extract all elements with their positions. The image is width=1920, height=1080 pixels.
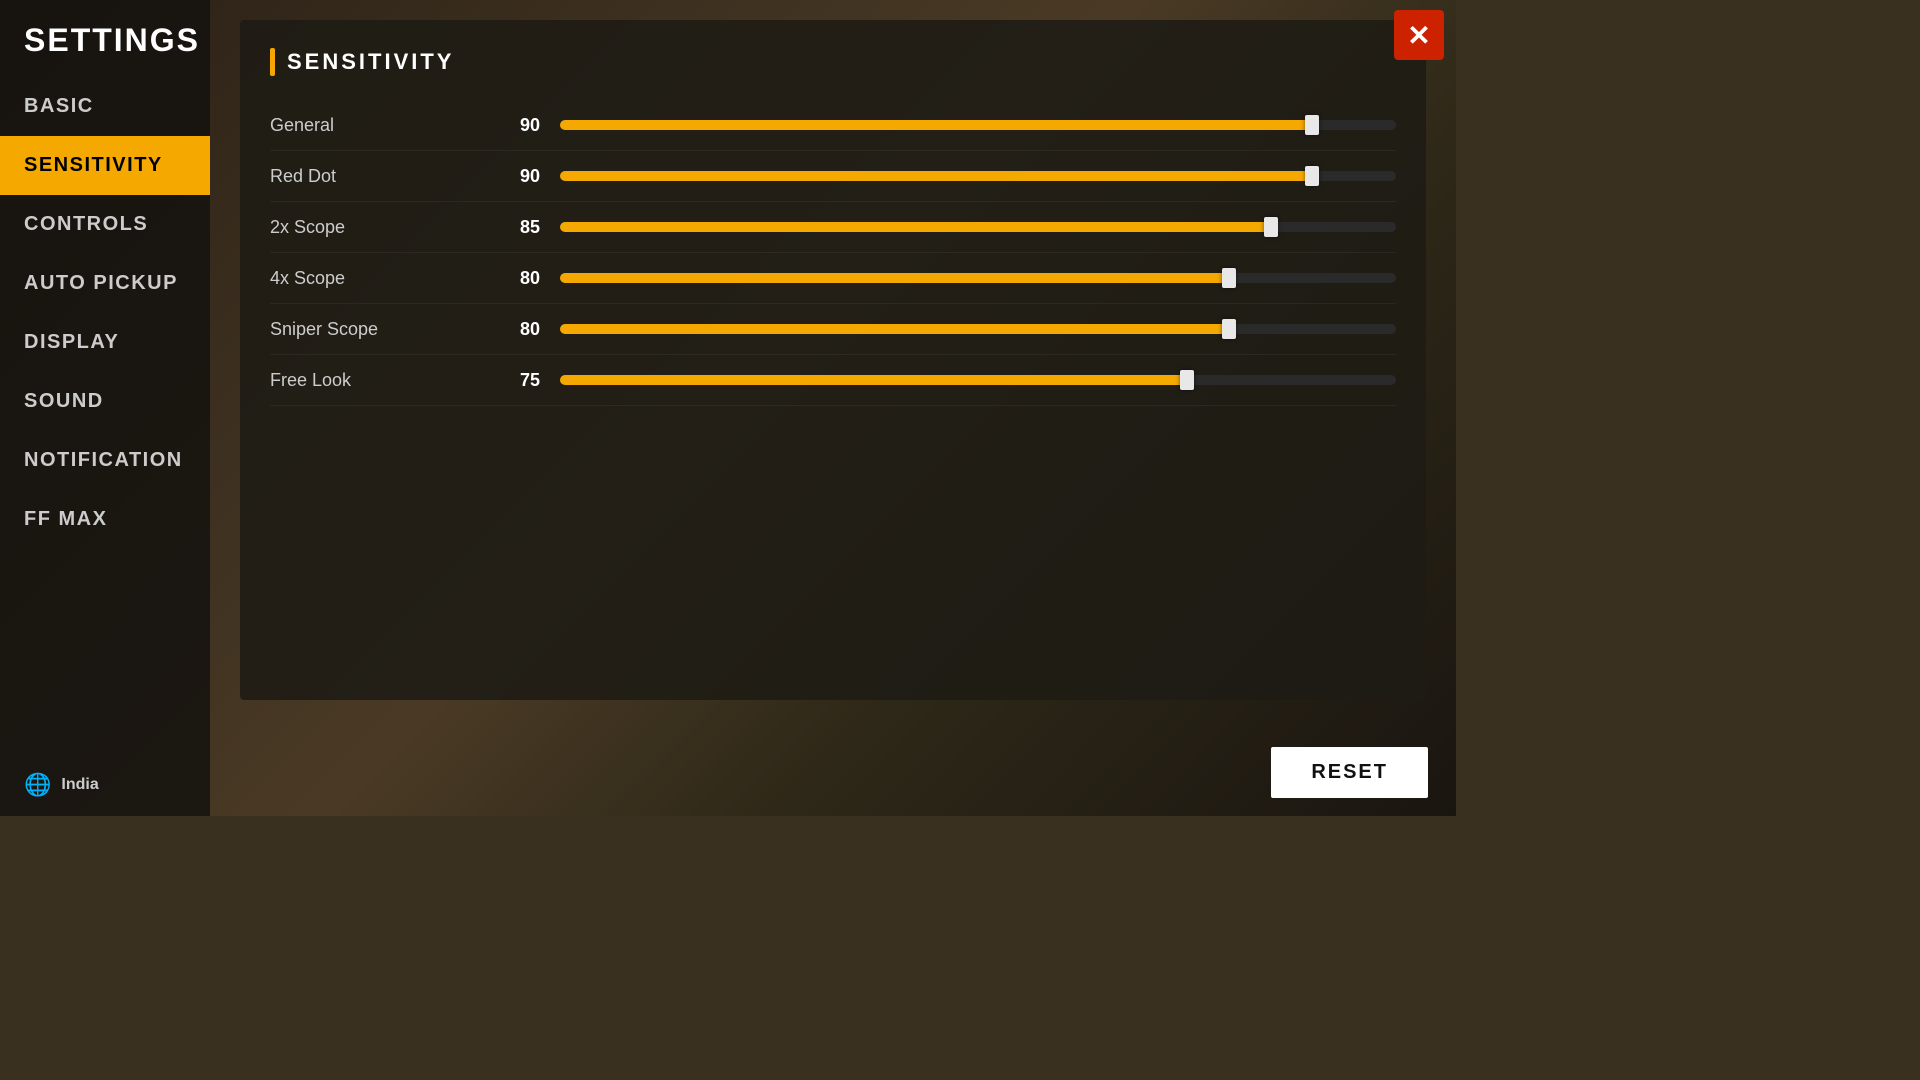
slider-label-sniper-scope: Sniper Scope — [270, 319, 490, 340]
slider-track-free-look — [560, 375, 1396, 385]
slider-thumb-2x-scope[interactable] — [1264, 217, 1278, 237]
section-title: SENSITIVITY — [287, 49, 454, 75]
region-label: India — [61, 776, 98, 794]
slider-fill-2x-scope — [560, 222, 1271, 232]
slider-track-container-4x-scope[interactable] — [560, 267, 1396, 289]
slider-thumb-free-look[interactable] — [1180, 370, 1194, 390]
slider-thumb-red-dot[interactable] — [1305, 166, 1319, 186]
slider-fill-general — [560, 120, 1312, 130]
slider-value-free-look: 75 — [490, 370, 540, 391]
slider-track-container-2x-scope[interactable] — [560, 216, 1396, 238]
slider-track-2x-scope — [560, 222, 1396, 232]
slider-track-container-general[interactable] — [560, 114, 1396, 136]
slider-track-4x-scope — [560, 273, 1396, 283]
title-accent-bar — [270, 48, 275, 76]
sidebar-item-basic[interactable]: BASIC — [0, 77, 210, 136]
sidebar-nav: BASIC SENSITIVITY CONTROLS AUTO PICKUP D… — [0, 77, 210, 754]
main-content: SENSITIVITY General 90 Red Dot 90 — [210, 0, 1456, 816]
slider-track-container-free-look[interactable] — [560, 369, 1396, 391]
slider-track-container-red-dot[interactable] — [560, 165, 1396, 187]
sidebar-footer: 🌐 India — [0, 754, 210, 816]
app-title: SETTINGS — [0, 0, 210, 77]
slider-row-general: General 90 — [270, 100, 1396, 151]
sidebar-item-notification[interactable]: NOTIFICATION — [0, 431, 210, 490]
slider-label-free-look: Free Look — [270, 370, 490, 391]
slider-thumb-4x-scope[interactable] — [1222, 268, 1236, 288]
slider-row-free-look: Free Look 75 — [270, 355, 1396, 406]
slider-value-red-dot: 90 — [490, 166, 540, 187]
slider-row-4x-scope: 4x Scope 80 — [270, 253, 1396, 304]
content-panel: SENSITIVITY General 90 Red Dot 90 — [240, 20, 1426, 700]
slider-label-red-dot: Red Dot — [270, 166, 490, 187]
slider-value-general: 90 — [490, 115, 540, 136]
slider-label-general: General — [270, 115, 490, 136]
sidebar-item-sound[interactable]: SOUND — [0, 372, 210, 431]
slider-thumb-general[interactable] — [1305, 115, 1319, 135]
slider-label-4x-scope: 4x Scope — [270, 268, 490, 289]
slider-label-2x-scope: 2x Scope — [270, 217, 490, 238]
slider-row-red-dot: Red Dot 90 — [270, 151, 1396, 202]
sidebar: SETTINGS BASIC SENSITIVITY CONTROLS AUTO… — [0, 0, 210, 816]
slider-fill-free-look — [560, 375, 1187, 385]
slider-track-sniper-scope — [560, 324, 1396, 334]
section-header: SENSITIVITY — [270, 48, 1396, 76]
sidebar-item-sensitivity[interactable]: SENSITIVITY — [0, 136, 210, 195]
slider-fill-red-dot — [560, 171, 1312, 181]
close-button[interactable]: ✕ — [1394, 10, 1444, 60]
slider-value-2x-scope: 85 — [490, 217, 540, 238]
slider-fill-4x-scope — [560, 273, 1229, 283]
app-layout: SETTINGS BASIC SENSITIVITY CONTROLS AUTO… — [0, 0, 1456, 816]
slider-track-container-sniper-scope[interactable] — [560, 318, 1396, 340]
slider-value-sniper-scope: 80 — [490, 319, 540, 340]
sidebar-item-display[interactable]: DISPLAY — [0, 313, 210, 372]
sidebar-item-ff-max[interactable]: FF MAX — [0, 490, 210, 549]
slider-track-general — [560, 120, 1396, 130]
slider-row-sniper-scope: Sniper Scope 80 — [270, 304, 1396, 355]
slider-row-2x-scope: 2x Scope 85 — [270, 202, 1396, 253]
slider-thumb-sniper-scope[interactable] — [1222, 319, 1236, 339]
slider-track-red-dot — [560, 171, 1396, 181]
slider-value-4x-scope: 80 — [490, 268, 540, 289]
sidebar-item-auto-pickup[interactable]: AUTO PICKUP — [0, 254, 210, 313]
sidebar-item-controls[interactable]: CONTROLS — [0, 195, 210, 254]
slider-fill-sniper-scope — [560, 324, 1229, 334]
globe-icon: 🌐 — [24, 772, 51, 798]
